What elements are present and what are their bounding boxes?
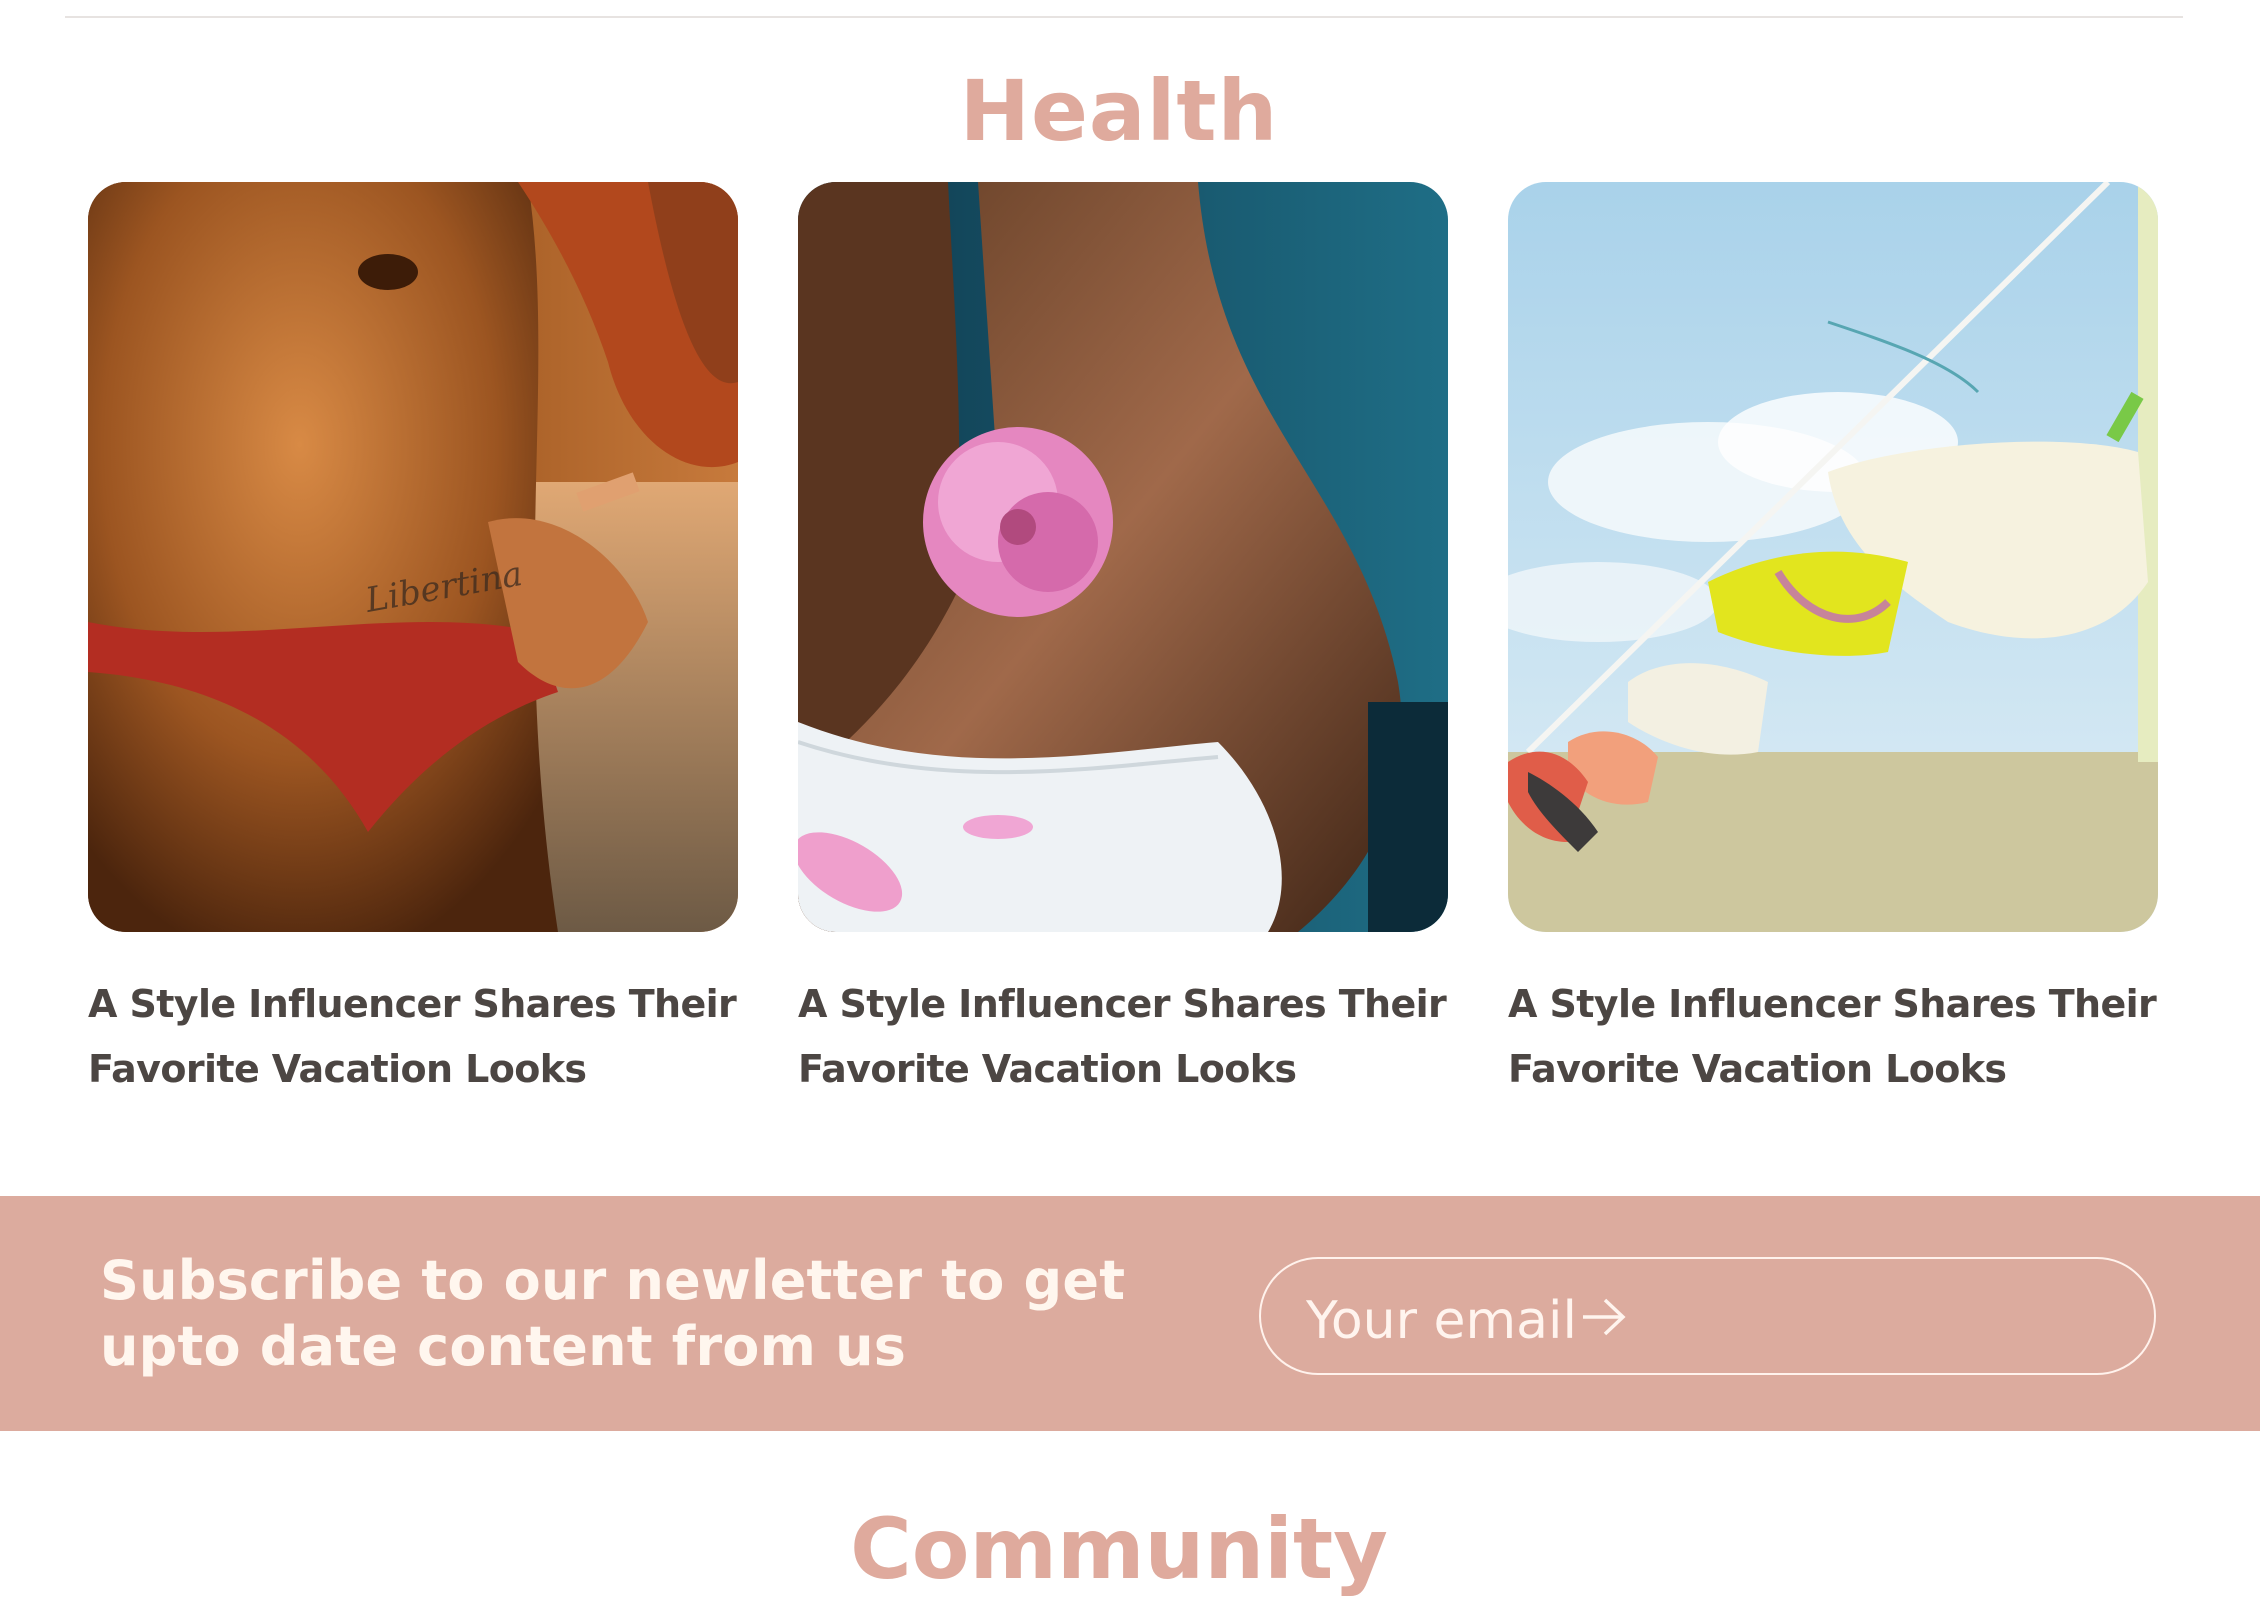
email-placeholder[interactable]: Your email	[1306, 1291, 1577, 1351]
newsletter-banner: Subscribe to our newletter to get upto d…	[0, 1196, 2260, 1431]
article-title[interactable]: A Style Influencer Shares Their Favorite…	[798, 972, 1448, 1102]
article-title[interactable]: A Style Influencer Shares Their Favorite…	[88, 972, 738, 1102]
email-input[interactable]: Your email	[1259, 1257, 2156, 1375]
article-title[interactable]: A Style Influencer Shares Their Favorite…	[1508, 972, 2158, 1102]
next-section-title: Community	[850, 1500, 1388, 1598]
arrow-right-icon[interactable]	[1581, 1297, 1627, 1342]
top-divider	[65, 16, 2183, 18]
section-title: Health	[959, 62, 1279, 160]
article-card[interactable]: Libertina A Style Influencer Shares Thei…	[88, 182, 738, 1102]
article-card[interactable]: A Style Influencer Shares Their Favorite…	[1508, 182, 2158, 1102]
article-image[interactable]	[1508, 182, 2158, 932]
article-card[interactable]: A Style Influencer Shares Their Favorite…	[798, 182, 1448, 1102]
article-image[interactable]: Libertina	[88, 182, 738, 932]
newsletter-text: Subscribe to our newletter to get upto d…	[100, 1249, 1126, 1378]
article-image[interactable]	[798, 182, 1448, 932]
